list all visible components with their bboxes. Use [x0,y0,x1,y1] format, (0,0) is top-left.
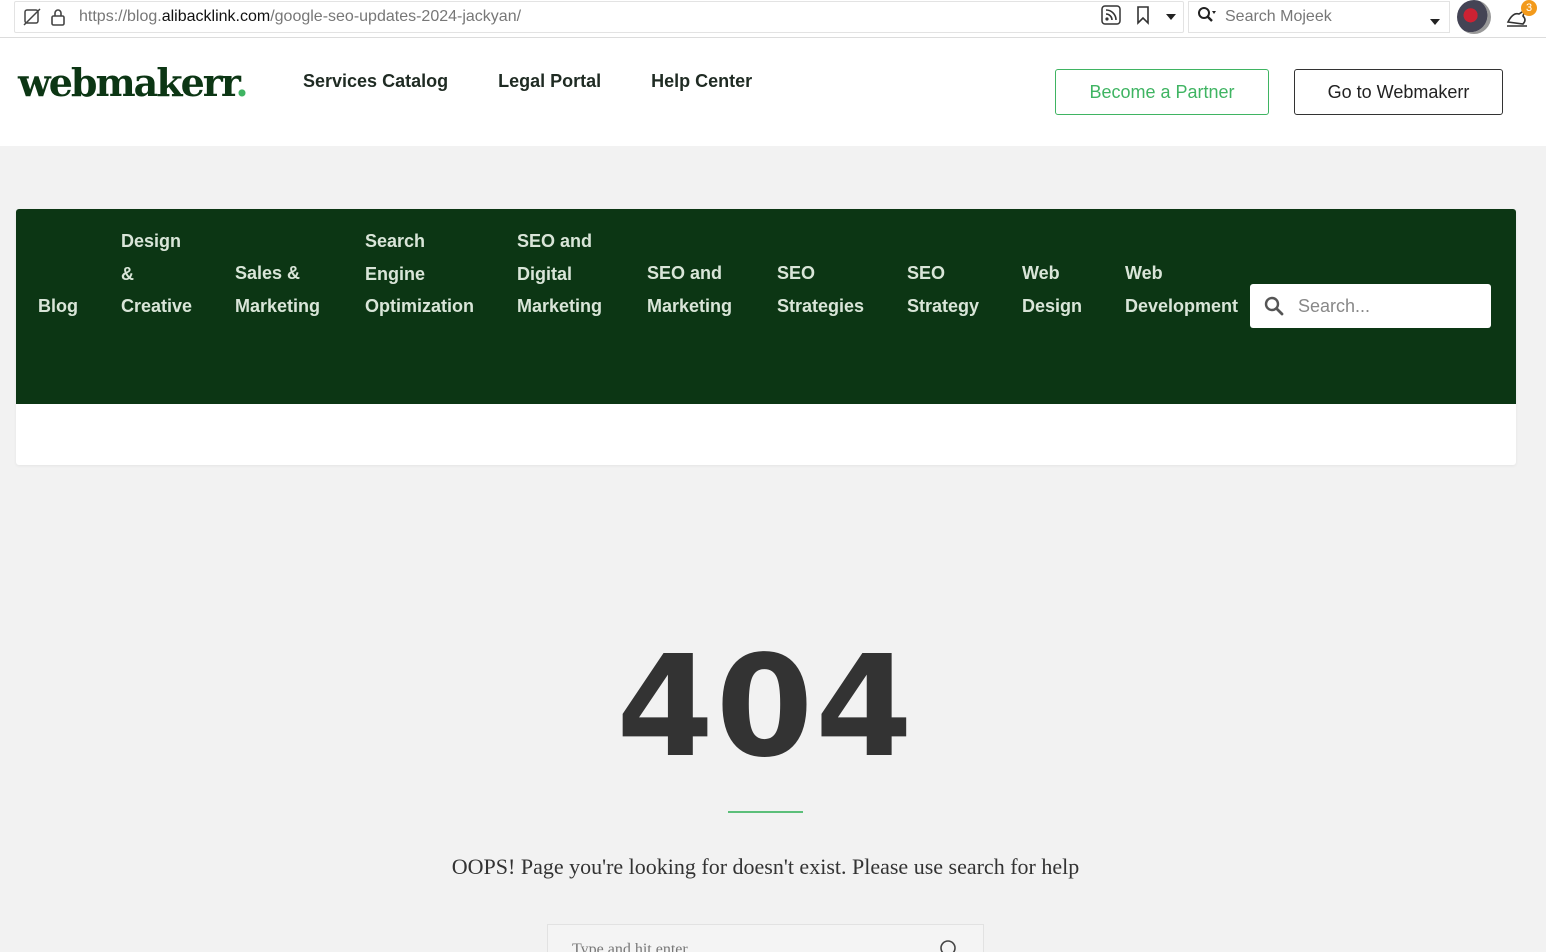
avatar[interactable] [1457,0,1491,34]
logo-dot: . [235,60,248,105]
extension-badge: 3 [1521,0,1537,16]
category-seo-marketing[interactable]: SEO and Marketing [647,257,732,322]
nav-help-center[interactable]: Help Center [651,71,752,92]
category-seo-strategy[interactable]: SEO Strategy [907,257,979,322]
search-icon [1197,6,1217,29]
error-search-input[interactable] [572,941,912,952]
browser-search-box[interactable]: Search Mojeek [1188,1,1450,33]
become-partner-button[interactable]: Become a Partner [1055,69,1269,115]
category-web-design[interactable]: Web Design [1022,257,1082,322]
error-search-box[interactable] [547,924,984,952]
dropdown-icon[interactable] [1165,8,1177,26]
search-icon[interactable] [939,939,959,952]
url-text[interactable]: https://blog.alibacklink.com/google-seo-… [79,8,521,26]
nav-services-catalog[interactable]: Services Catalog [303,71,448,92]
nav-legal-portal[interactable]: Legal Portal [498,71,601,92]
url-prefix: https://blog. [79,8,162,25]
edit-off-icon[interactable] [23,8,41,26]
category-label: Search [365,231,426,251]
category-blog[interactable]: Blog [38,290,78,323]
rss-icon[interactable] [1101,4,1121,30]
error-message: OOPS! Page you're looking for doesn't ex… [451,854,1080,879]
category-label: Marketing [647,295,733,316]
lock-icon[interactable] [49,8,67,26]
category-label: Web [1022,263,1060,283]
url-path: /google-seo-updates-2024-jackyan/ [270,8,522,25]
search-engine-dropdown-icon[interactable] [1429,13,1441,31]
bookmark-icon[interactable] [1135,5,1151,30]
category-search-engine-optimization[interactable]: Search Engine Optimization [365,225,474,323]
category-seo-digital-marketing[interactable]: SEO and Digital Marketing [517,225,602,323]
go-to-webmakerr-button[interactable]: Go to Webmakerr [1294,69,1503,115]
category-label: & [121,263,134,284]
category-card: Blog Design & Creative Sales & Marketing… [16,209,1516,465]
error-code: 404 [616,626,915,789]
category-label: Sales & [235,263,301,283]
browser-toolbar: https://blog.alibacklink.com/google-seo-… [0,0,1546,38]
category-label: Creative [121,296,193,316]
category-label: SEO [777,263,816,283]
logo-text: webmakerr [18,60,237,105]
category-web-development[interactable]: Web Development [1125,257,1238,322]
category-label: SEO and [647,263,723,283]
site-header: webmakerr. Services Catalog Legal Portal… [0,38,1546,146]
category-search-box[interactable] [1250,284,1491,328]
category-search-input[interactable] [1298,295,1468,317]
category-label: Strategy [907,295,980,316]
category-bar: Blog Design & Creative Sales & Marketing… [16,209,1516,404]
search-icon [1264,296,1284,316]
category-label: Web [1125,263,1163,283]
category-label: Blog [38,296,78,316]
url-domain: alibacklink.com [161,8,271,25]
category-sales-marketing[interactable]: Sales & Marketing [235,257,320,322]
extension-icon[interactable]: 3 [1505,0,1537,30]
browser-search-placeholder: Search Mojeek [1225,8,1332,25]
category-design-creative[interactable]: Design & Creative [121,225,192,323]
category-label: Strategies [777,295,865,316]
category-label: Optimization [365,296,474,316]
category-label: Design [1022,295,1083,316]
category-label: Marketing [235,295,321,316]
site-logo[interactable]: webmakerr. [18,60,249,105]
category-label: SEO [907,263,946,283]
category-label: Engine [365,263,426,284]
category-label: Design [121,231,182,251]
category-label: Digital [517,263,573,284]
category-label: SEO and [517,231,593,251]
category-label: Development [1125,295,1239,316]
divider [728,811,803,813]
category-seo-strategies[interactable]: SEO Strategies [777,257,864,322]
address-bar[interactable]: https://blog.alibacklink.com/google-seo-… [14,1,1184,33]
category-label: Marketing [517,296,603,316]
top-navigation: Services Catalog Legal Portal Help Cente… [303,71,752,92]
